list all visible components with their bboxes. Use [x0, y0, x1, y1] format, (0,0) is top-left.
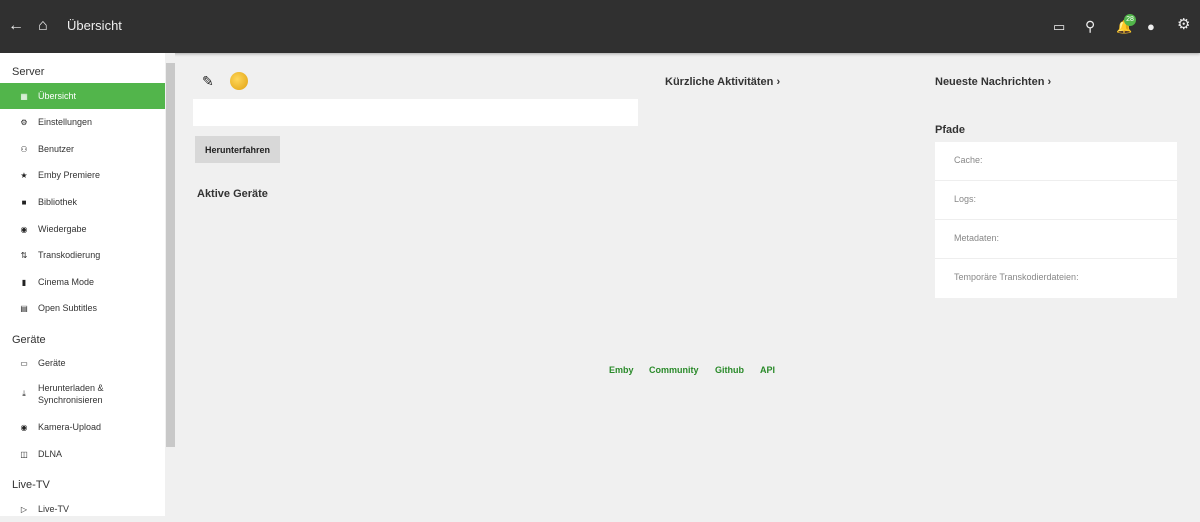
label: Transkodierung — [38, 250, 101, 260]
shutdown-button[interactable]: Herunterfahren — [195, 136, 280, 163]
path-cache: Cache: — [935, 142, 1177, 181]
paths-list: Cache: Logs: Metadaten: Temporäre Transk… — [935, 142, 1177, 298]
path-metadata: Metadaten: — [935, 220, 1177, 259]
footer-link-api[interactable]: API — [760, 365, 775, 375]
sidebar-item-transcoding[interactable]: ⇅ Transkodierung — [0, 242, 165, 268]
play-circle-icon: ◉ — [20, 224, 28, 234]
label: Einstellungen — [38, 117, 93, 127]
settings-icon: ⚙ — [20, 117, 28, 127]
transcode-icon: ⇅ — [20, 250, 28, 260]
section-live-tv: Live-TV — [12, 479, 50, 491]
path-transcode-temp: Temporäre Transkodierdateien: — [954, 272, 1079, 282]
cast-icon[interactable]: ▭ — [1053, 19, 1065, 35]
label: Live-TV — [38, 504, 70, 514]
tv-icon: ▷ — [20, 504, 28, 514]
dlna-icon: ◫ — [20, 449, 28, 459]
label: Open Subtitles — [38, 303, 98, 313]
notification-badge: 28 — [1124, 14, 1136, 26]
label: Geräte — [38, 358, 66, 368]
footer-link-emby[interactable]: Emby — [609, 365, 634, 375]
camera-icon: ◉ — [20, 422, 28, 432]
sidebar-item-sync[interactable]: ⤓ Herunterladen & Synchronisieren — [0, 376, 165, 412]
server-info-box — [193, 99, 638, 126]
footer-link-github[interactable]: Github — [715, 365, 744, 375]
label: Neueste Nachrichten — [935, 76, 1045, 88]
subtitles-icon: ▤ — [20, 303, 28, 313]
sidebar-item-cinema-mode[interactable]: ▮ Cinema Mode — [0, 269, 165, 295]
sidebar-item-dlna[interactable]: ◫ DLNA — [0, 441, 165, 467]
paths-heading: Pfade — [935, 124, 965, 136]
people-icon: ⚇ — [20, 144, 28, 154]
label: Kürzliche Aktivitäten — [665, 76, 774, 88]
label: Kamera-Upload — [38, 422, 102, 432]
premiere-coin-icon — [230, 72, 248, 90]
section-server: Server — [12, 66, 45, 78]
label: Benutzer — [38, 144, 75, 154]
sidebar-item-overview[interactable]: ▦ Übersicht — [0, 83, 165, 109]
sidebar-item-premiere[interactable]: ★ Emby Premiere — [0, 162, 165, 188]
sidebar-item-playback[interactable]: ◉ Wiedergabe — [0, 216, 165, 242]
active-devices-heading: Aktive Geräte — [197, 188, 268, 200]
device-icon: ▭ — [20, 358, 28, 368]
label: DLNA — [38, 449, 63, 459]
search-icon[interactable]: ⚲ — [1085, 18, 1095, 34]
scrollbar-thumb[interactable] — [166, 63, 175, 447]
label: Herunterladen & Synchronisieren — [38, 383, 104, 405]
path-logs: Logs: — [935, 181, 1177, 220]
sidebar-item-settings[interactable]: ⚙ Einstellungen — [0, 109, 165, 135]
sidebar-item-users[interactable]: ⚇ Benutzer — [0, 136, 165, 162]
sidebar-item-open-subtitles[interactable]: ▤ Open Subtitles — [0, 295, 165, 321]
home-icon[interactable]: ⌂ — [38, 18, 48, 34]
download-icon: ⤓ — [22, 389, 26, 398]
label: Bibliothek — [38, 197, 78, 207]
news-link[interactable]: Neueste Nachrichten › — [935, 76, 1051, 88]
back-arrow-icon[interactable]: ← — [8, 18, 24, 34]
label: Wiedergabe — [38, 224, 87, 234]
recent-activity-link[interactable]: Kürzliche Aktivitäten › — [665, 76, 780, 88]
label: Emby Premiere — [38, 170, 101, 180]
gear-icon[interactable]: ⚙ — [1177, 17, 1190, 33]
top-bar: ← ⌂ Übersicht ▭ ⚲ 🔔 28 ● ⚙ — [0, 0, 1200, 53]
label: Übersicht — [38, 91, 77, 101]
section-devices: Geräte — [12, 334, 46, 346]
sidebar: Server ▦ Übersicht ⚙ Einstellungen ⚇ Benutz… — [0, 53, 165, 516]
sidebar-item-devices[interactable]: ▭ Geräte — [0, 350, 165, 376]
edit-pencil-icon[interactable]: ✎ — [202, 73, 214, 89]
label: Cinema Mode — [38, 277, 95, 287]
sidebar-item-library[interactable]: ■ Bibliothek — [0, 189, 165, 215]
film-icon: ▮ — [21, 277, 27, 287]
folder-icon: ■ — [21, 197, 27, 207]
sidebar-item-camera-upload[interactable]: ◉ Kamera-Upload — [0, 414, 165, 440]
star-icon: ★ — [20, 170, 28, 180]
sidebar-item-live-tv[interactable]: ▷ Live-TV — [0, 496, 165, 522]
user-icon[interactable]: ● — [1147, 19, 1155, 35]
sidebar-scrollbar[interactable] — [165, 53, 175, 516]
page-title: Übersicht — [67, 18, 122, 33]
footer-link-community[interactable]: Community — [649, 365, 699, 375]
dashboard-icon: ▦ — [20, 91, 28, 101]
